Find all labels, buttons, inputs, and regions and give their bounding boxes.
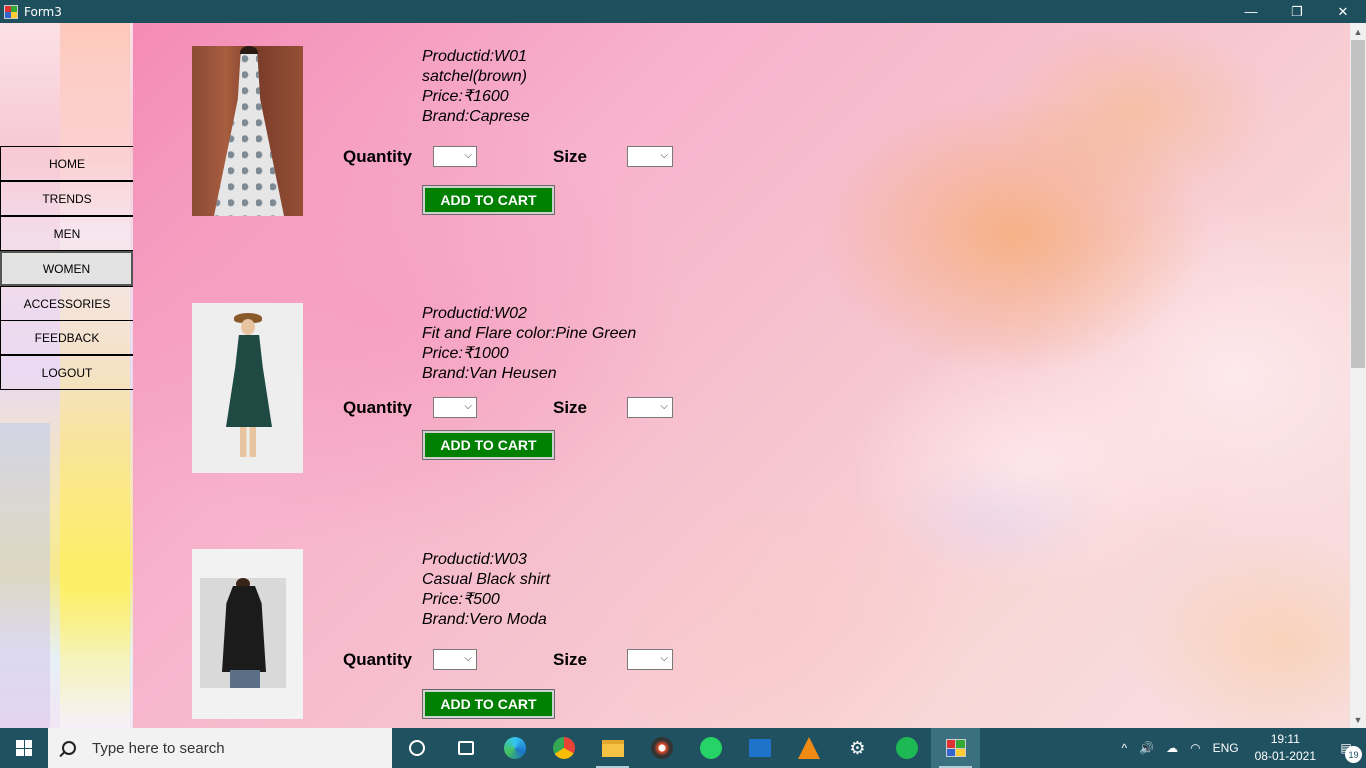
add-to-cart-button[interactable]: ADD TO CART — [422, 689, 555, 719]
product-details: Productid:W01 satchel(brown) Price:₹1600… — [422, 47, 530, 127]
sidebar-item-women[interactable]: WOMEN — [0, 251, 133, 286]
notification-badge: 19 — [1345, 746, 1362, 763]
quantity-dropdown[interactable]: ⌵ — [433, 146, 477, 167]
media-player-icon[interactable] — [637, 728, 686, 768]
volume-icon[interactable]: 🔊 — [1139, 741, 1154, 755]
product-name: Casual Black shirt — [422, 571, 551, 588]
product-price: Price:₹1600 — [422, 88, 509, 105]
chevron-down-icon: ⌵ — [464, 653, 472, 664]
sidebar: HOME TRENDS MEN WOMEN ACCESSORIES FEEDBA… — [0, 23, 133, 728]
product-details: Productid:W02 Fit and Flare color:Pine G… — [422, 304, 636, 384]
quantity-dropdown[interactable]: ⌵ — [433, 649, 477, 670]
sidebar-item-feedback[interactable]: FEEDBACK — [0, 320, 133, 355]
title-bar: Form3 — ❐ ✕ — [0, 0, 1366, 23]
search-placeholder: Type here to search — [92, 739, 225, 757]
file-explorer-icon[interactable] — [588, 728, 637, 768]
app-icon — [4, 4, 18, 19]
product-image — [192, 46, 303, 216]
tray-chevron-icon[interactable]: ^ — [1122, 741, 1128, 755]
sidebar-item-home[interactable]: HOME — [0, 146, 133, 181]
chevron-down-icon: ⌵ — [660, 150, 668, 161]
clock-date: 08-01-2021 — [1254, 749, 1316, 763]
cortana-icon[interactable] — [392, 728, 441, 768]
chevron-down-icon: ⌵ — [660, 401, 668, 412]
product-image — [192, 549, 303, 719]
video-player-icon[interactable] — [735, 728, 784, 768]
taskbar-search[interactable]: Type here to search — [48, 728, 392, 768]
minimize-button[interactable]: — — [1228, 0, 1274, 23]
quantity-label: Quantity — [343, 147, 412, 166]
edge-icon[interactable] — [490, 728, 539, 768]
product-name: satchel(brown) — [422, 68, 527, 85]
close-button[interactable]: ✕ — [1320, 0, 1366, 23]
form-client-area: HOME TRENDS MEN WOMEN ACCESSORIES FEEDBA… — [0, 23, 1366, 728]
size-label: Size — [553, 147, 588, 166]
restore-button[interactable]: ❐ — [1274, 0, 1320, 23]
scrollbar-thumb[interactable] — [1351, 40, 1365, 368]
whatsapp-icon[interactable] — [686, 728, 735, 768]
clock[interactable]: 19:11 08-01-2021 — [1255, 731, 1316, 765]
size-label: Size — [553, 650, 588, 669]
quantity-label: Quantity — [343, 398, 412, 417]
chrome-icon[interactable] — [539, 728, 588, 768]
product-name: Fit and Flare color:Pine Green — [422, 325, 637, 342]
sidebar-item-accessories[interactable]: ACCESSORIES — [0, 286, 133, 321]
add-to-cart-button[interactable]: ADD TO CART — [422, 430, 555, 460]
size-dropdown[interactable]: ⌵ — [627, 649, 673, 670]
vlc-icon[interactable] — [784, 728, 833, 768]
clock-time: 19:11 — [1270, 732, 1300, 746]
product-id: Productid:W02 — [422, 305, 527, 322]
quantity-label: Quantity — [343, 650, 412, 669]
notification-center-button[interactable]: ▤ 19 — [1326, 728, 1366, 768]
system-tray: ^ 🔊 ☁ ◠ ENG 19:11 08-01-2021 ▤ 19 — [1116, 728, 1366, 768]
product-id: Productid:W03 — [422, 551, 527, 568]
product-price: Price:₹1000 — [422, 345, 509, 362]
size-dropdown[interactable]: ⌵ — [627, 146, 673, 167]
task-view-icon[interactable] — [441, 728, 490, 768]
onedrive-icon[interactable]: ☁ — [1166, 741, 1178, 755]
sidebar-item-men[interactable]: MEN — [0, 216, 133, 251]
product-id: Productid:W01 — [422, 48, 527, 65]
windows-logo-icon — [16, 740, 32, 756]
chevron-down-icon: ⌵ — [464, 150, 472, 161]
size-dropdown[interactable]: ⌵ — [627, 397, 673, 418]
product-image — [192, 303, 303, 473]
language-indicator[interactable]: ENG — [1213, 741, 1239, 755]
sidebar-item-trends[interactable]: TRENDS — [0, 181, 133, 216]
winforms-app-icon[interactable] — [931, 728, 980, 768]
scroll-up-icon[interactable]: ▲ — [1350, 23, 1366, 40]
product-brand: Brand:Caprese — [422, 108, 530, 125]
add-to-cart-button[interactable]: ADD TO CART — [422, 185, 555, 215]
wifi-icon[interactable]: ◠ — [1190, 741, 1200, 755]
vertical-scrollbar[interactable]: ▲ ▼ — [1350, 23, 1366, 728]
product-list: Productid:W01 satchel(brown) Price:₹1600… — [133, 23, 1350, 728]
search-icon — [62, 741, 76, 755]
chevron-down-icon: ⌵ — [660, 653, 668, 664]
chevron-down-icon: ⌵ — [464, 401, 472, 412]
scroll-down-icon[interactable]: ▼ — [1350, 711, 1366, 728]
taskbar: Type here to search ⚙ ^ 🔊 ☁ ◠ ENG 19:11 … — [0, 728, 1366, 768]
product-details: Productid:W03 Casual Black shirt Price:₹… — [422, 550, 550, 630]
product-price: Price:₹500 — [422, 591, 500, 608]
quantity-dropdown[interactable]: ⌵ — [433, 397, 477, 418]
size-label: Size — [553, 398, 588, 417]
start-button[interactable] — [0, 728, 48, 768]
sidebar-item-logout[interactable]: LOGOUT — [0, 355, 133, 390]
product-brand: Brand:Van Heusen — [422, 365, 557, 382]
window-title: Form3 — [24, 4, 62, 19]
settings-icon[interactable]: ⚙ — [833, 728, 882, 768]
spotify-icon[interactable] — [882, 728, 931, 768]
product-brand: Brand:Vero Moda — [422, 611, 547, 628]
